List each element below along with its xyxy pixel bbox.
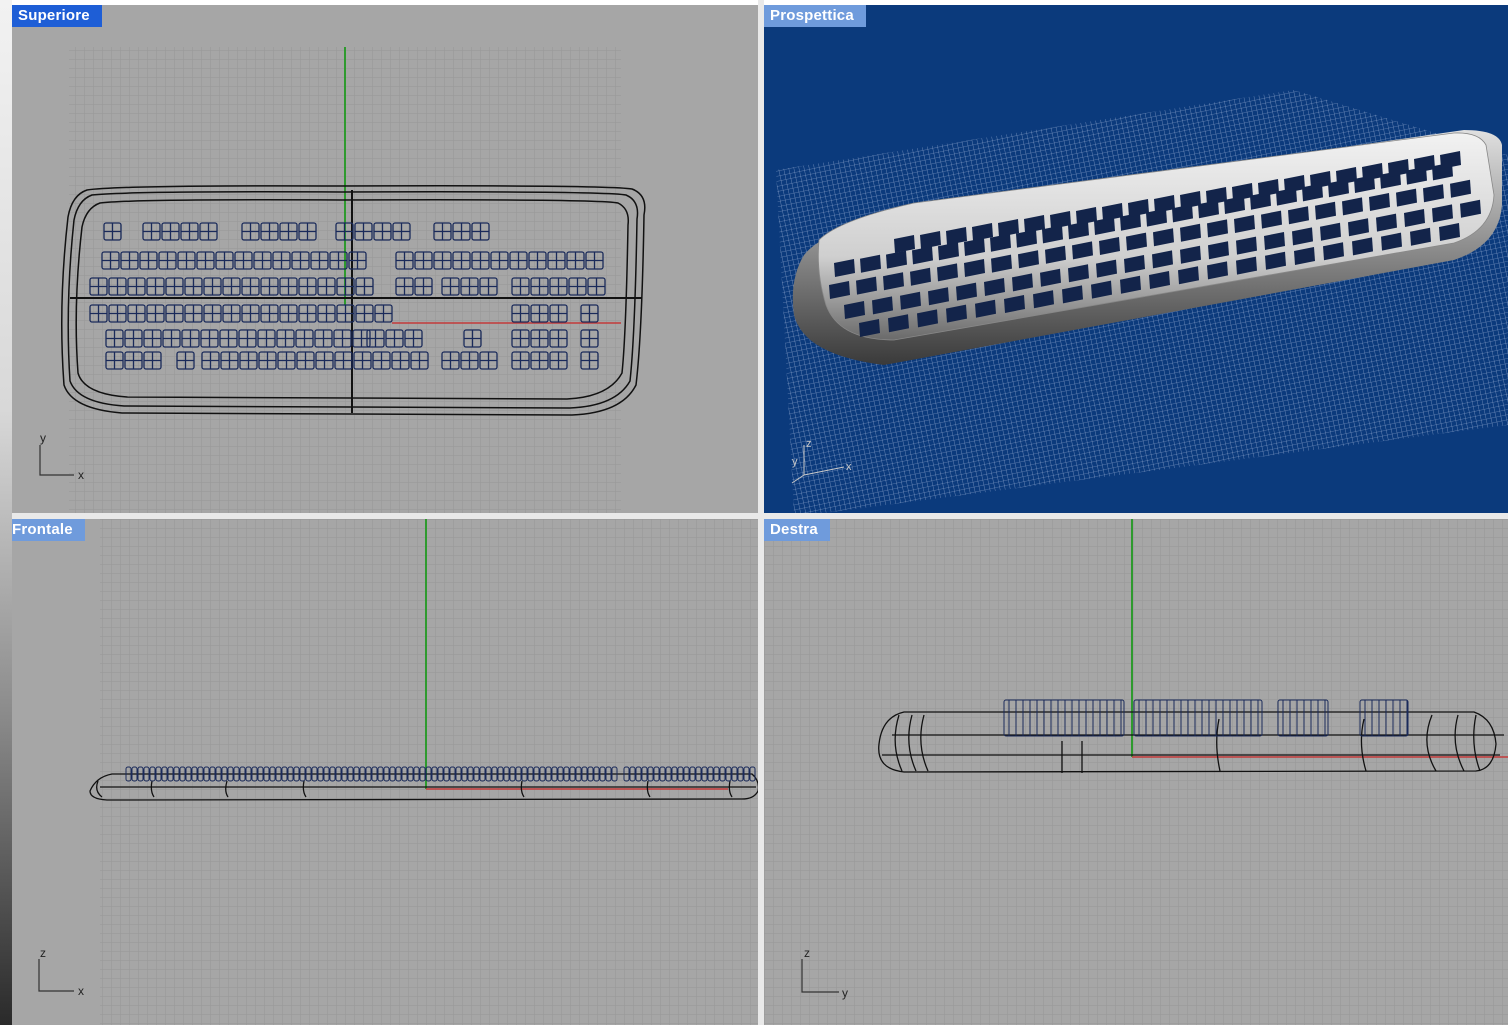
gizmo-label-y: y: [40, 431, 46, 445]
gizmo-label-z: z: [806, 438, 812, 450]
gizmo-label-x: x: [846, 461, 852, 473]
gizmo-label-x: x: [78, 468, 84, 482]
viewport-title-right[interactable]: Destra: [764, 519, 830, 541]
perspective-canvas: z y x: [776, 90, 1508, 513]
viewport-title-perspective[interactable]: Prospettica: [764, 5, 866, 27]
viewport-front[interactable]: Frontale z x: [12, 519, 758, 1025]
viewport-splitter-horizontal[interactable]: [12, 513, 1508, 519]
gizmo-label-z: z: [40, 946, 46, 960]
viewport-title-front[interactable]: Frontale: [12, 519, 85, 541]
front-view-canvas: z x: [38, 519, 758, 1025]
viewport-perspective[interactable]: Prospettica z y x: [764, 5, 1508, 513]
left-edge-bar: [0, 0, 12, 1025]
gizmo-label-y: y: [842, 986, 848, 1000]
top-view-canvas: y x: [39, 47, 646, 513]
gizmo-label-x: x: [78, 984, 84, 998]
viewport-top[interactable]: Superiore y x: [12, 5, 758, 513]
gizmo-label-y: y: [792, 456, 798, 468]
gizmo-label-z: z: [804, 946, 810, 960]
right-view-canvas: z y: [764, 519, 1508, 1025]
axis-gizmo-icon: [38, 959, 74, 992]
viewport-right[interactable]: Destra z y: [764, 519, 1508, 1025]
viewport-title-top[interactable]: Superiore: [12, 5, 102, 27]
axis-gizmo-icon: [39, 445, 74, 476]
